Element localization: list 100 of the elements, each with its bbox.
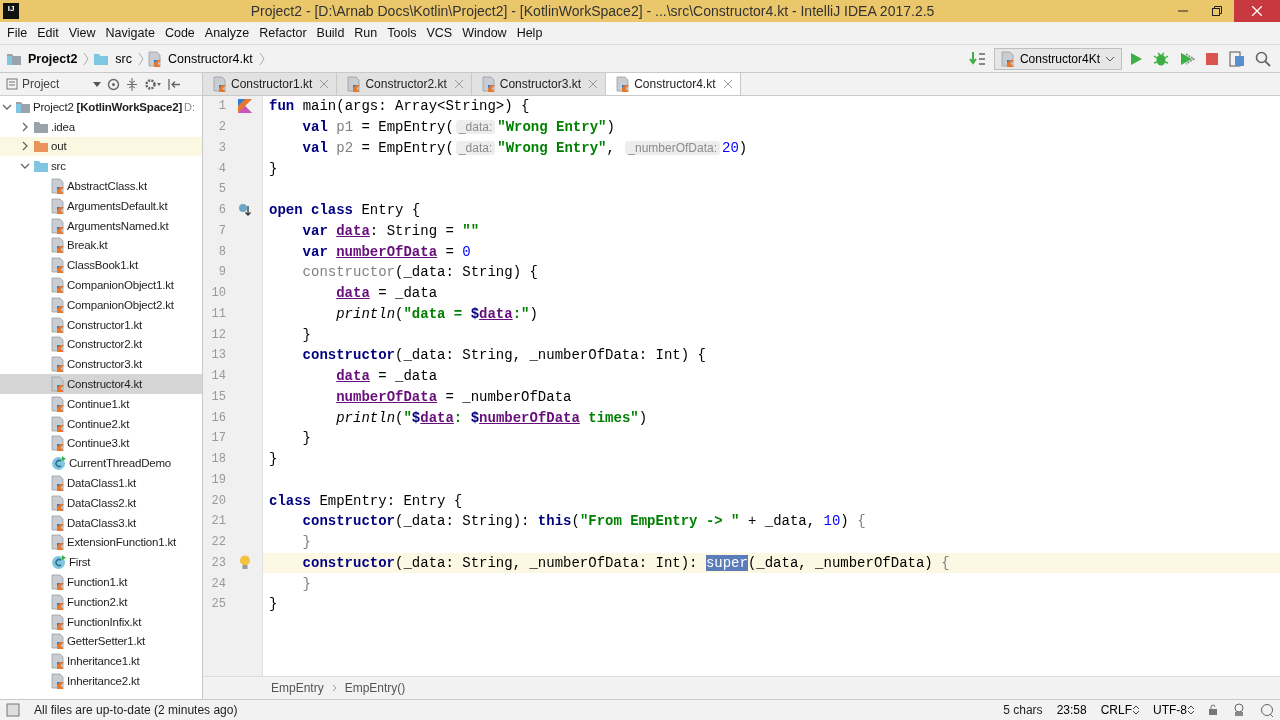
tree-item[interactable]: Inheritance2.kt: [0, 671, 202, 691]
tree-item[interactable]: src: [0, 156, 202, 177]
tree-item[interactable]: Project2 [KotlinWorkSpace2] D:: [0, 97, 202, 117]
tree-item[interactable]: ExtensionFunction1.kt: [0, 532, 202, 553]
menu-item[interactable]: Build: [311, 26, 350, 40]
kotlin-file-icon: [51, 197, 65, 214]
tree-item[interactable]: Function2.kt: [0, 591, 202, 612]
close-icon[interactable]: [589, 80, 598, 88]
code-line: var data: String = "": [301, 222, 480, 239]
tree-item[interactable]: Constructor1.kt: [0, 314, 202, 335]
caret-position[interactable]: 23:58: [1056, 703, 1087, 717]
line-separator-selector[interactable]: CRLF: [1100, 703, 1139, 717]
code-line: println("$data: $numberOfData times"): [335, 409, 648, 426]
inspector-icon[interactable]: [1232, 703, 1246, 717]
selection-info: 5 chars: [1003, 703, 1043, 717]
kotlin-file-icon: [51, 514, 65, 531]
kotlin-file-icon: [51, 296, 65, 313]
tree-item[interactable]: Break.kt: [0, 235, 202, 256]
tree-item[interactable]: out: [0, 136, 202, 157]
tree-item[interactable]: DataClass3.kt: [0, 512, 202, 533]
kotlin-file-icon: [51, 593, 65, 610]
menu-item[interactable]: File: [2, 26, 33, 40]
lightbulb-icon[interactable]: [238, 555, 251, 571]
tree-item[interactable]: CompanionObject2.kt: [0, 294, 202, 315]
menu-item[interactable]: Help: [511, 26, 548, 40]
menu-item[interactable]: View: [63, 26, 101, 40]
kotlin-file-icon: [51, 237, 65, 254]
editor-tab[interactable]: Constructor1.kt: [203, 73, 338, 95]
editor-tab[interactable]: Constructor3.kt: [471, 73, 607, 95]
collapse-all-icon[interactable]: [126, 77, 138, 91]
kotlin-file-icon: [51, 415, 65, 432]
menu-item[interactable]: Refactor: [254, 26, 312, 40]
code-line: }: [301, 534, 311, 551]
tree-item[interactable]: Inheritance1.kt: [0, 651, 202, 672]
menu-item[interactable]: Run: [349, 26, 383, 40]
code-line: }: [268, 596, 278, 613]
code-line: println("data = $data:"): [335, 305, 538, 322]
tree-item[interactable]: ArgumentsDefault.kt: [0, 196, 202, 216]
path-text: D:: [184, 100, 196, 113]
breadcrumb[interactable]: EmpEntry(): [344, 681, 406, 695]
code-line: class EmpEntry: Entry {: [268, 492, 463, 509]
tree-item[interactable]: First: [0, 552, 202, 573]
code-line: numberOfData = _numberOfData: [335, 388, 572, 405]
app-logo: IJ: [3, 3, 19, 19]
breadcrumb[interactable]: Project2: [26, 51, 80, 66]
project-folder-icon: [15, 99, 31, 114]
kotlin-file-icon: [51, 395, 65, 412]
kotlin-file-icon: [51, 277, 65, 294]
close-icon[interactable]: [454, 80, 463, 88]
close-icon[interactable]: [723, 80, 732, 88]
code-line: }: [268, 160, 278, 177]
tree-item[interactable]: Constructor3.kt: [0, 354, 202, 375]
tree-item[interactable]: ArgumentsNamed.kt: [0, 215, 202, 236]
gear-icon[interactable]: [144, 77, 162, 91]
panel-toggle-icon[interactable]: [6, 703, 20, 717]
tree-item[interactable]: CompanionObject1.kt: [0, 275, 202, 295]
override-icon[interactable]: [237, 203, 252, 218]
menu-item[interactable]: Tools: [382, 26, 422, 40]
menu-item[interactable]: VCS: [421, 26, 458, 40]
breadcrumb[interactable]: EmpEntry: [271, 681, 324, 695]
tree-item[interactable]: Continue2.kt: [0, 413, 202, 434]
menu-item[interactable]: Navigate: [100, 26, 160, 40]
code-line: fun main(args: Array<String>) {: [268, 98, 530, 115]
line-number: 21: [210, 514, 226, 529]
breadcrumb[interactable]: Constructor4.kt: [166, 51, 255, 66]
menu-item[interactable]: Analyze: [199, 26, 255, 40]
tree-item[interactable]: Function1.kt: [0, 572, 202, 592]
line-number: 10: [210, 286, 226, 301]
breadcrumb[interactable]: src: [113, 51, 134, 66]
tree-item[interactable]: .idea: [0, 116, 202, 137]
encoding-selector[interactable]: UTF-8: [1153, 703, 1194, 717]
editor-tab[interactable]: Constructor2.kt: [337, 73, 472, 95]
tree-item[interactable]: CurrentThreadDemo: [0, 453, 202, 474]
tree-item[interactable]: Continue1.kt: [0, 393, 202, 414]
code-line: data = _data: [335, 285, 438, 302]
tree-item[interactable]: ClassBook1.kt: [0, 255, 202, 276]
run-configuration-dropdown[interactable]: Constructor4Kt: [993, 47, 1122, 70]
hide-panel-icon[interactable]: [168, 77, 181, 91]
menu-item[interactable]: Code: [159, 26, 200, 40]
tree-item[interactable]: Continue3.kt: [0, 433, 202, 454]
tree-item[interactable]: FunctionInfix.kt: [0, 611, 202, 632]
up-down-icon: [1188, 705, 1194, 715]
kotlin-file-icon: [51, 316, 65, 333]
tree-item[interactable]: DataClass2.kt: [0, 492, 202, 513]
tree-item[interactable]: DataClass1.kt: [0, 473, 202, 493]
menu-item[interactable]: Window: [457, 26, 512, 40]
project-folder-icon: [6, 51, 22, 66]
chevron-icon: [138, 50, 144, 67]
line-number: 3: [217, 140, 226, 155]
line-number: 15: [210, 389, 226, 404]
tree-item[interactable]: GetterSetter1.kt: [0, 631, 202, 652]
editor-tab[interactable]: Constructor4.kt: [606, 73, 741, 95]
close-icon[interactable]: [320, 80, 329, 88]
tree-item[interactable]: AbstractClass.kt: [0, 176, 202, 196]
tree-item[interactable]: Constructor2.kt: [0, 334, 202, 355]
lock-icon[interactable]: [1208, 704, 1218, 716]
tree-item[interactable]: Constructor4.kt: [0, 374, 202, 394]
target-icon[interactable]: [107, 77, 120, 91]
kotlin-run-icon[interactable]: [237, 99, 252, 114]
menu-item[interactable]: Edit: [32, 26, 64, 40]
